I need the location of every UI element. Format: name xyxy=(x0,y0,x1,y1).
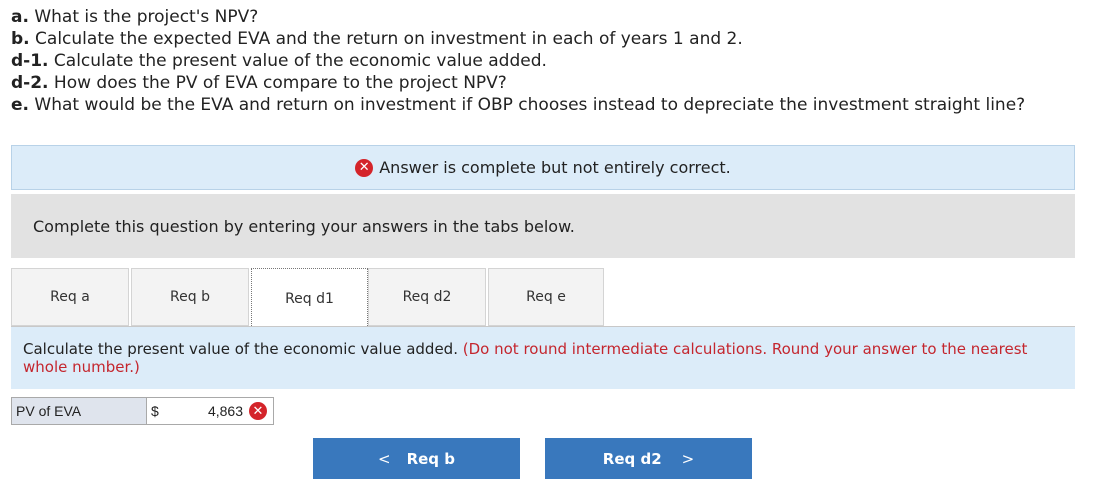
next-button[interactable]: Req d2 > xyxy=(545,438,752,479)
next-button-label: Req d2 xyxy=(602,449,662,468)
chevron-left-icon: < xyxy=(378,449,391,468)
question-a: a. What is the project's NPV? xyxy=(11,7,259,27)
answer-row: PV of EVA $ 4,863 ✕ xyxy=(11,397,274,425)
chevron-right-icon: > xyxy=(681,449,695,468)
tab-req-e[interactable]: Req e xyxy=(488,268,604,326)
status-text: Answer is complete but not entirely corr… xyxy=(379,158,731,177)
prev-button[interactable]: < Req b xyxy=(313,438,520,479)
answer-value: 4,863 xyxy=(207,403,243,419)
tab-req-d2[interactable]: Req d2 xyxy=(368,268,486,326)
question-e: e. What would be the EVA and return on i… xyxy=(11,95,1026,115)
question-d2: d-2. How does the PV of EVA compare to t… xyxy=(11,73,507,93)
pv-of-eva-input[interactable]: $ 4,863 ✕ xyxy=(147,397,274,425)
question-d1: d-1. Calculate the present value of the … xyxy=(11,51,547,71)
x-circle-icon: ✕ xyxy=(249,402,267,420)
tab-bar: Req a Req b Req d1 Req d2 Req e xyxy=(11,268,1075,328)
tab-req-a[interactable]: Req a xyxy=(11,268,129,326)
question-b: b. Calculate the expected EVA and the re… xyxy=(11,29,743,49)
status-banner: ✕ Answer is complete but not entirely co… xyxy=(11,145,1075,190)
currency-symbol: $ xyxy=(151,403,159,419)
tab-req-d1[interactable]: Req d1 xyxy=(251,268,368,328)
instruction-panel: Calculate the present value of the econo… xyxy=(11,327,1075,389)
x-circle-icon: ✕ xyxy=(355,158,374,177)
answer-label: PV of EVA xyxy=(11,397,147,425)
instruction-text: Calculate the present value of the econo… xyxy=(23,340,458,358)
complete-prompt: Complete this question by entering your … xyxy=(11,194,1075,258)
tab-req-b[interactable]: Req b xyxy=(131,268,249,326)
prev-button-label: Req b xyxy=(406,449,455,468)
